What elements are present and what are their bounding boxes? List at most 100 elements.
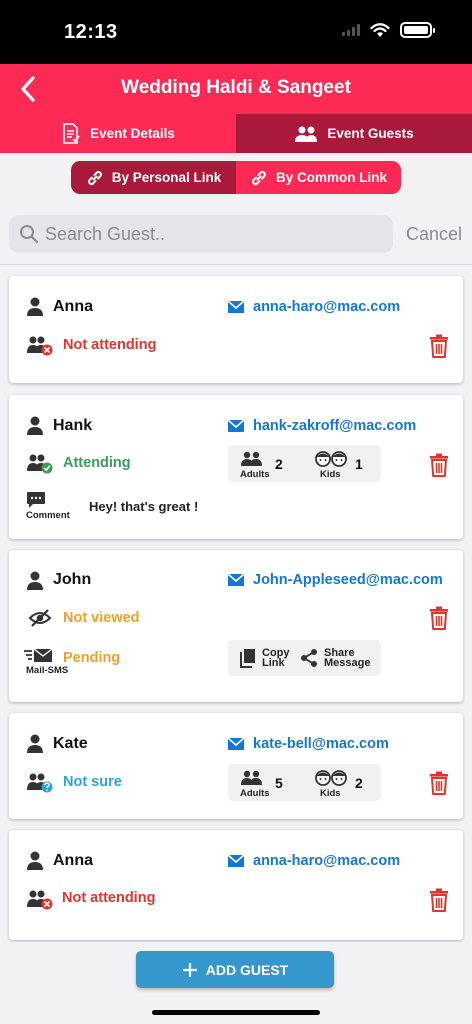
kids-icon [315, 451, 347, 467]
person-icon [27, 416, 43, 435]
battery-icon [400, 22, 435, 38]
guest-name: Anna [53, 298, 93, 315]
tab-label: Event Guests [327, 126, 414, 141]
plus-icon [182, 962, 197, 977]
cancel-button[interactable]: Cancel [406, 224, 462, 245]
link-actions: Copy Link Share Message [228, 640, 381, 676]
adults-icon [241, 770, 262, 785]
status-bar: 12:13 [0, 0, 472, 64]
segment-label: By Common Link [275, 170, 387, 185]
person-icon [27, 571, 43, 590]
guest-status: Not sure [63, 774, 122, 790]
copy-icon [240, 649, 255, 668]
guest-card[interactable]: Kate kate-bell@mac.com Not sure Adults 5… [9, 713, 463, 819]
not-attending-icon [27, 890, 53, 910]
share-message-label: Message [324, 657, 371, 669]
share-message-button[interactable]: Share Message [300, 640, 378, 676]
trash-icon[interactable] [429, 606, 449, 630]
guest-status: Not viewed [63, 610, 140, 626]
mail-sms-icon [24, 648, 53, 662]
guest-email[interactable]: John-Appleseed@mac.com [253, 572, 443, 588]
mail-sms-label: Mail-SMS [26, 665, 69, 676]
add-guest-label: ADD GUEST [205, 961, 289, 978]
trash-icon[interactable] [429, 334, 449, 358]
search-icon [20, 225, 39, 244]
search-input[interactable] [45, 223, 375, 245]
guest-name: Kate [53, 735, 88, 752]
status-icons [342, 22, 435, 38]
document-icon [63, 122, 80, 144]
guest-status: Attending [63, 455, 131, 471]
kids-label: Kids [320, 469, 341, 480]
kids-label: Kids [320, 788, 341, 799]
email-icon [227, 419, 245, 432]
email-icon [227, 737, 245, 750]
signal-icon [342, 24, 360, 36]
guest-status: Not attending [63, 337, 157, 353]
tab-event-guests[interactable]: Event Guests [236, 114, 472, 153]
guest-status: Not attending [62, 890, 156, 906]
guest-email[interactable]: hank-zakroff@mac.com [253, 418, 416, 434]
copy-link-label: Link [262, 657, 285, 669]
rsvp-counts: Adults 2 Kids 1 [228, 445, 381, 482]
segment-common-link[interactable]: By Common Link [236, 161, 401, 194]
adults-count: 5 [275, 775, 283, 791]
search-box [9, 215, 393, 253]
segment-label: By Personal Link [111, 170, 222, 185]
status-time: 12:13 [64, 21, 118, 43]
search-bar: Cancel [0, 205, 472, 265]
copy-link-button[interactable]: Copy Link [240, 640, 300, 676]
email-icon [227, 300, 245, 313]
tab-label: Event Details [90, 126, 175, 141]
page-title: Wedding Haldi & Sangeet [121, 77, 351, 98]
guest-name: Anna [53, 852, 93, 869]
share-icon [301, 649, 317, 667]
wifi-icon [370, 22, 390, 37]
kids-count: 2 [355, 775, 363, 791]
link-type-segment: By Personal Link By Common Link [71, 161, 401, 194]
guest-card[interactable]: Anna anna-haro@mac.com Not attending [9, 276, 463, 383]
link-icon [251, 170, 266, 185]
adults-icon [241, 451, 262, 466]
rsvp-counts: Adults 5 Kids 2 [228, 764, 381, 801]
guest-card[interactable]: Hank hank-zakroff@mac.com Attending Adul… [9, 395, 463, 539]
person-icon [27, 851, 43, 870]
home-indicator [152, 1010, 320, 1015]
adults-label: Adults [240, 469, 270, 480]
kids-count: 1 [355, 456, 363, 472]
adults-count: 2 [275, 456, 283, 472]
guest-email[interactable]: anna-haro@mac.com [253, 299, 400, 315]
tab-event-details[interactable]: Event Details [0, 114, 236, 153]
guest-name: John [53, 571, 92, 588]
trash-icon[interactable] [429, 771, 449, 795]
guest-comment: Hey! that's great ! [89, 499, 199, 514]
add-guest-button[interactable]: ADD GUEST [136, 951, 334, 988]
link-icon [87, 170, 102, 185]
not-attending-icon [27, 336, 53, 356]
email-icon [227, 573, 245, 586]
person-icon [27, 297, 43, 316]
comment-icon [27, 492, 45, 508]
guest-list: Anna anna-haro@mac.com Not attending Han… [0, 266, 472, 942]
guest-email[interactable]: kate-bell@mac.com [253, 736, 389, 752]
tab-bar: Event Details Event Guests [0, 114, 472, 153]
bottom-bar: ADD GUEST [0, 942, 472, 1024]
adults-label: Adults [240, 788, 270, 799]
eye-off-icon [28, 609, 52, 627]
nav-header: Wedding Haldi & Sangeet [0, 64, 472, 114]
guest-card[interactable]: Anna anna-haro@mac.com Not attending [9, 830, 463, 940]
trash-icon[interactable] [429, 888, 449, 912]
person-icon [27, 734, 43, 753]
segment-personal-link[interactable]: By Personal Link [71, 161, 236, 194]
guest-email[interactable]: anna-haro@mac.com [253, 853, 400, 869]
attending-icon [27, 454, 53, 474]
comment-label: Comment [26, 510, 70, 521]
trash-icon[interactable] [429, 453, 449, 477]
guests-icon [295, 126, 318, 142]
kids-icon [315, 770, 347, 786]
not-sure-icon [27, 773, 53, 793]
guest-name: Hank [53, 417, 93, 434]
guest-card[interactable]: John John-Appleseed@mac.com Not viewed M… [9, 550, 463, 702]
guest-status-delivery: Pending [63, 650, 121, 666]
email-icon [227, 854, 245, 867]
